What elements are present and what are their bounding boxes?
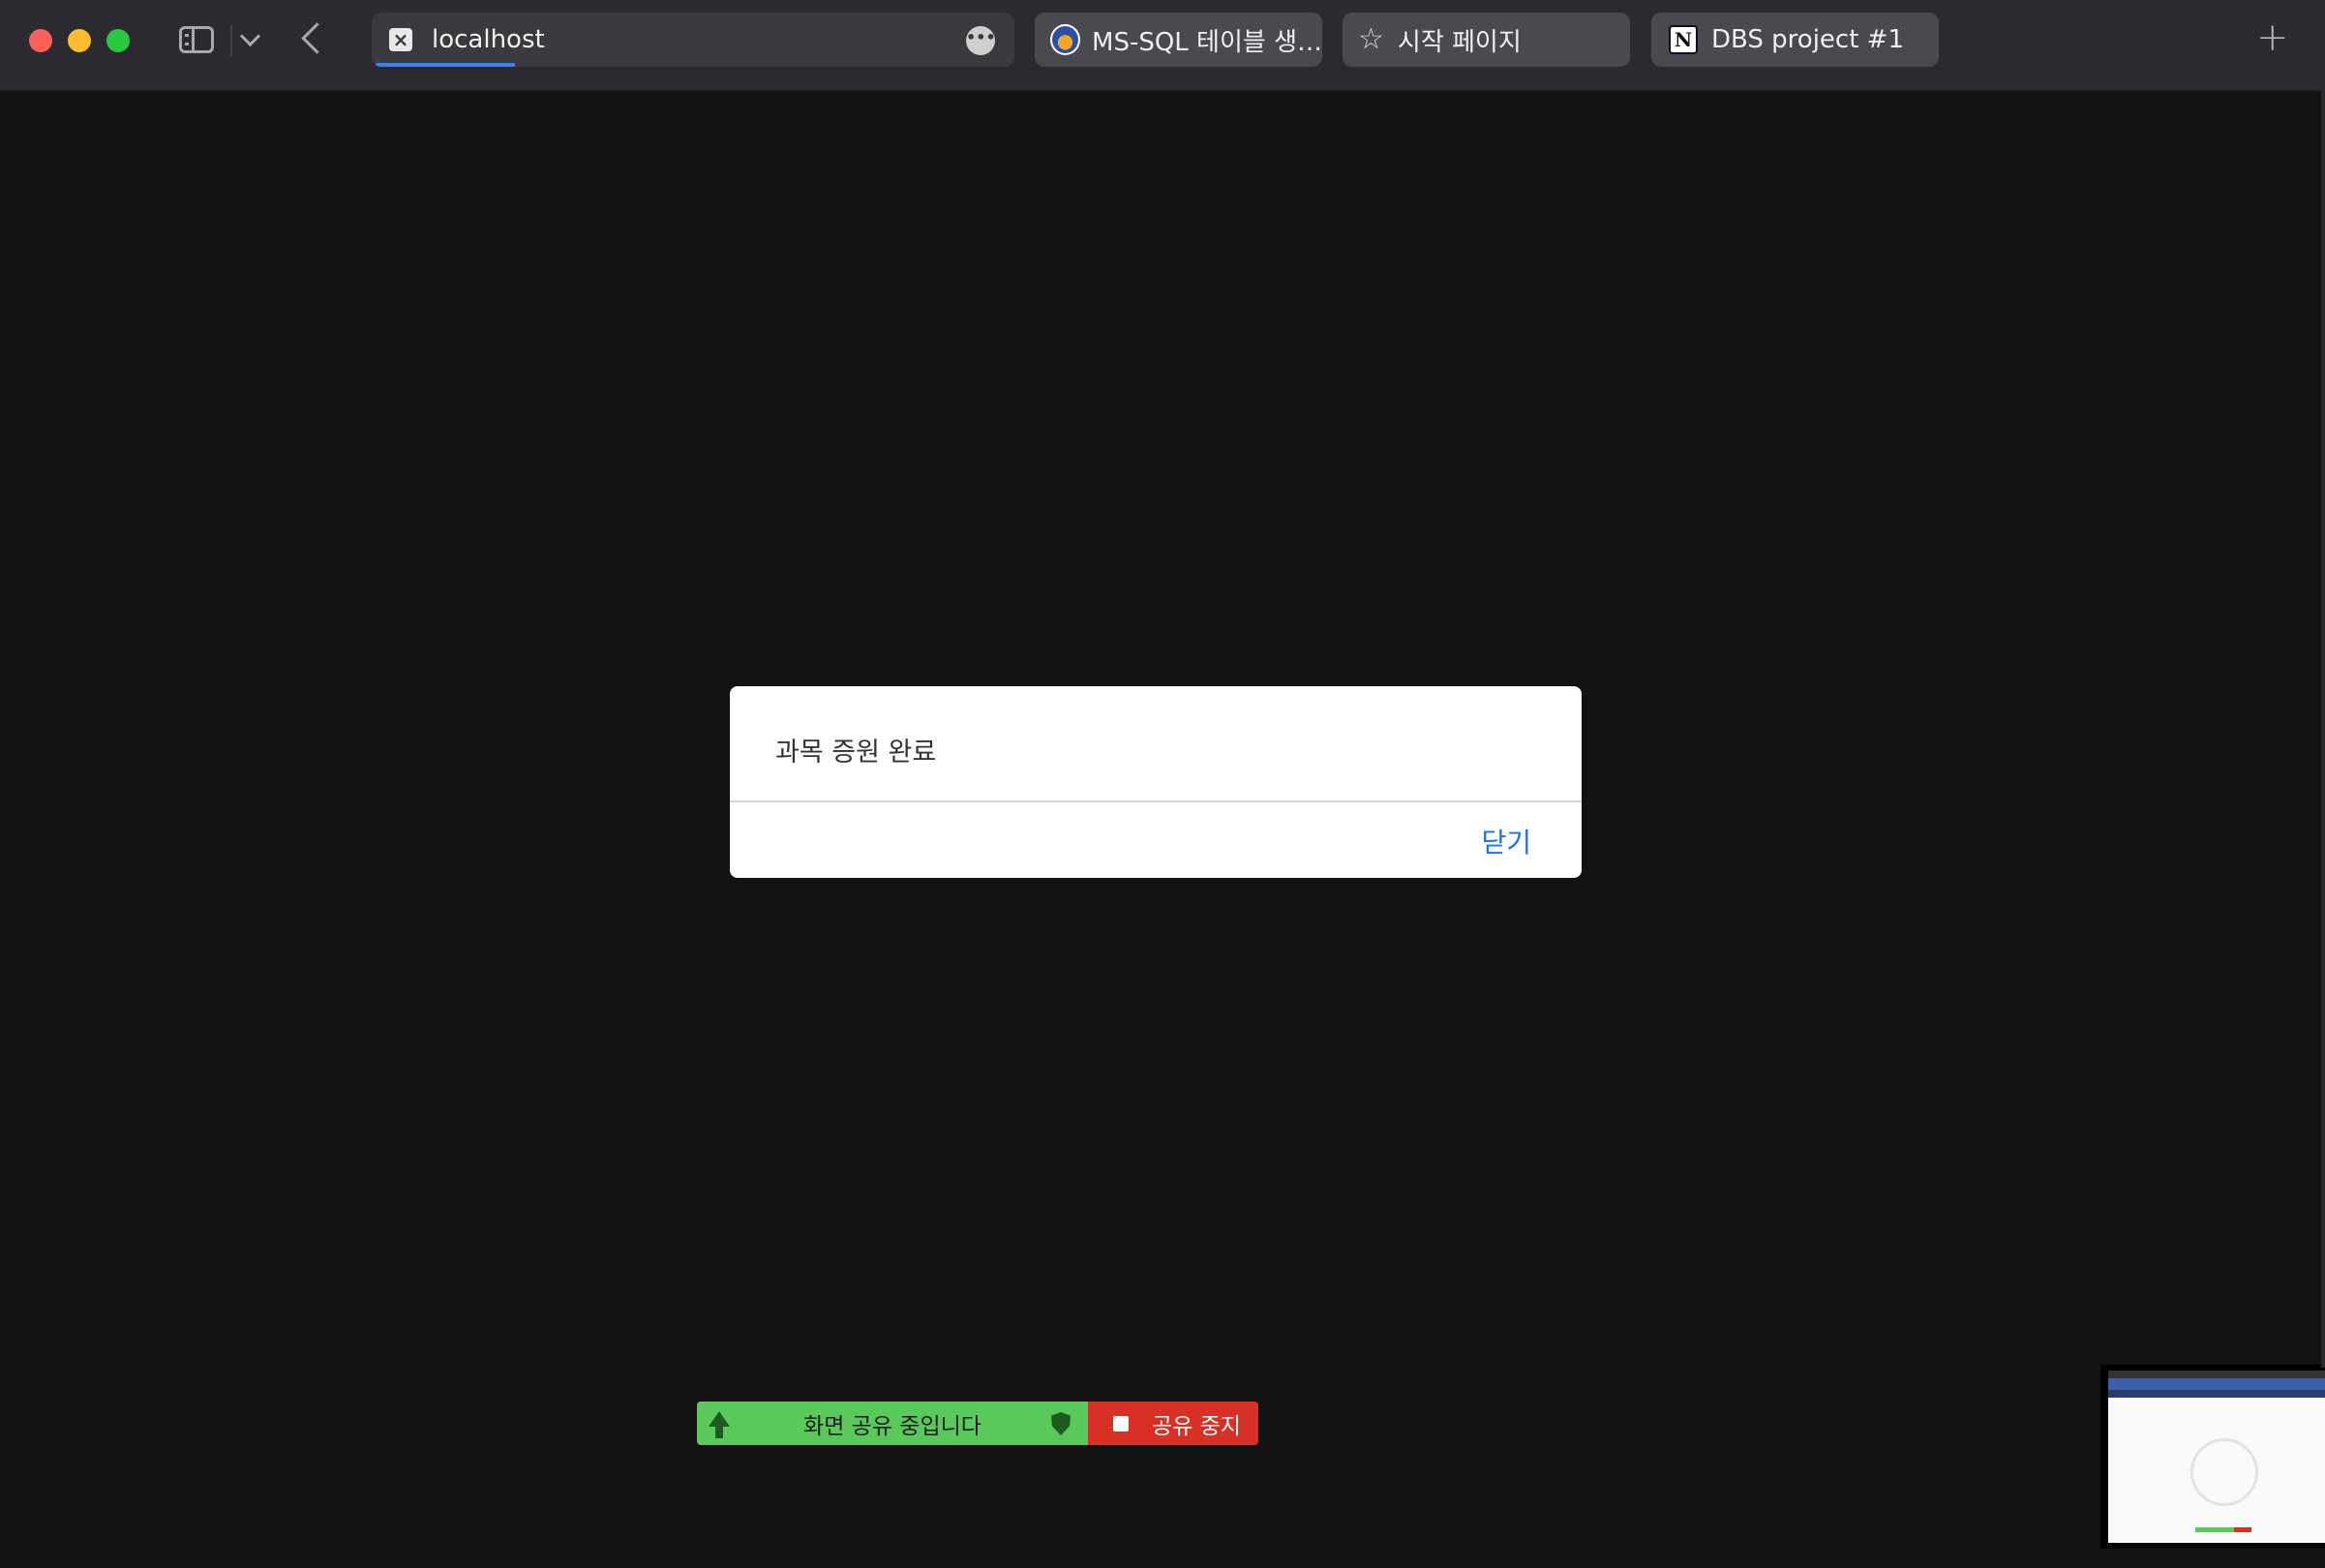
notion-icon: N xyxy=(1669,25,1698,54)
close-button[interactable]: 닫기 xyxy=(1481,822,1531,860)
sharing-status-label: 화면 공유 중입니다 xyxy=(803,1413,981,1439)
toolbar-divider xyxy=(230,25,232,56)
alert-dialog: 과목 증원 완료 닫기 xyxy=(730,686,1582,878)
preview-titlebar xyxy=(2108,1371,2325,1378)
chevron-down-icon[interactable] xyxy=(239,25,261,47)
window-edge xyxy=(2321,90,2325,1368)
tab-label: 시작 페이지 xyxy=(1397,27,1522,57)
preview-seal xyxy=(2190,1438,2258,1506)
sidebar-toggle-icon[interactable] xyxy=(179,26,214,53)
preview-share-green xyxy=(2195,1527,2234,1532)
tab-localhost[interactable]: × localhost ••• xyxy=(372,13,1014,67)
preview-content xyxy=(2108,1371,2325,1543)
tab-label: localhost xyxy=(432,25,545,54)
globe-logo-icon xyxy=(1050,24,1081,55)
minimize-window-button[interactable] xyxy=(68,29,91,52)
new-tab-button[interactable]: + xyxy=(2256,18,2289,57)
stop-sharing-label: 공유 중지 xyxy=(1152,1413,1241,1439)
tab-start-page[interactable]: ☆ 시작 페이지 xyxy=(1343,13,1630,67)
dialog-divider xyxy=(730,800,1582,802)
sharing-status[interactable]: 화면 공유 중입니다 xyxy=(697,1402,1088,1445)
preview-share-red xyxy=(2234,1527,2251,1532)
zoom-window-button[interactable] xyxy=(106,29,130,52)
stop-icon xyxy=(1113,1415,1129,1432)
more-options-icon[interactable]: ••• xyxy=(966,26,996,55)
close-window-button[interactable] xyxy=(29,29,52,52)
screen-share-bar: 화면 공유 중입니다 공유 중지 xyxy=(697,1402,1258,1445)
tab-dbs-project[interactable]: N DBS project #1 xyxy=(1651,13,1939,67)
page-load-progress xyxy=(376,63,515,67)
dialog-message: 과목 증원 완료 xyxy=(775,738,937,768)
tab-mssql[interactable]: MS-SQL 테이블 생… xyxy=(1035,13,1322,67)
preview-nav xyxy=(2108,1378,2325,1390)
preview-subnav xyxy=(2108,1390,2325,1398)
tab-label: DBS project #1 xyxy=(1711,25,1904,54)
close-tab-icon[interactable]: × xyxy=(389,28,412,51)
shield-check-icon xyxy=(1051,1412,1071,1435)
screen-share-preview-thumbnail[interactable] xyxy=(2097,1365,2325,1549)
stop-sharing-button[interactable]: 공유 중지 xyxy=(1088,1402,1258,1445)
star-icon: ☆ xyxy=(1358,22,1384,56)
share-arrow-stem xyxy=(715,1425,723,1438)
tab-label: MS-SQL 테이블 생… xyxy=(1092,27,1322,57)
browser-titlebar: × localhost ••• MS-SQL 테이블 생… ☆ 시작 페이지 N… xyxy=(0,0,2325,92)
back-arrow-icon[interactable] xyxy=(301,22,333,54)
